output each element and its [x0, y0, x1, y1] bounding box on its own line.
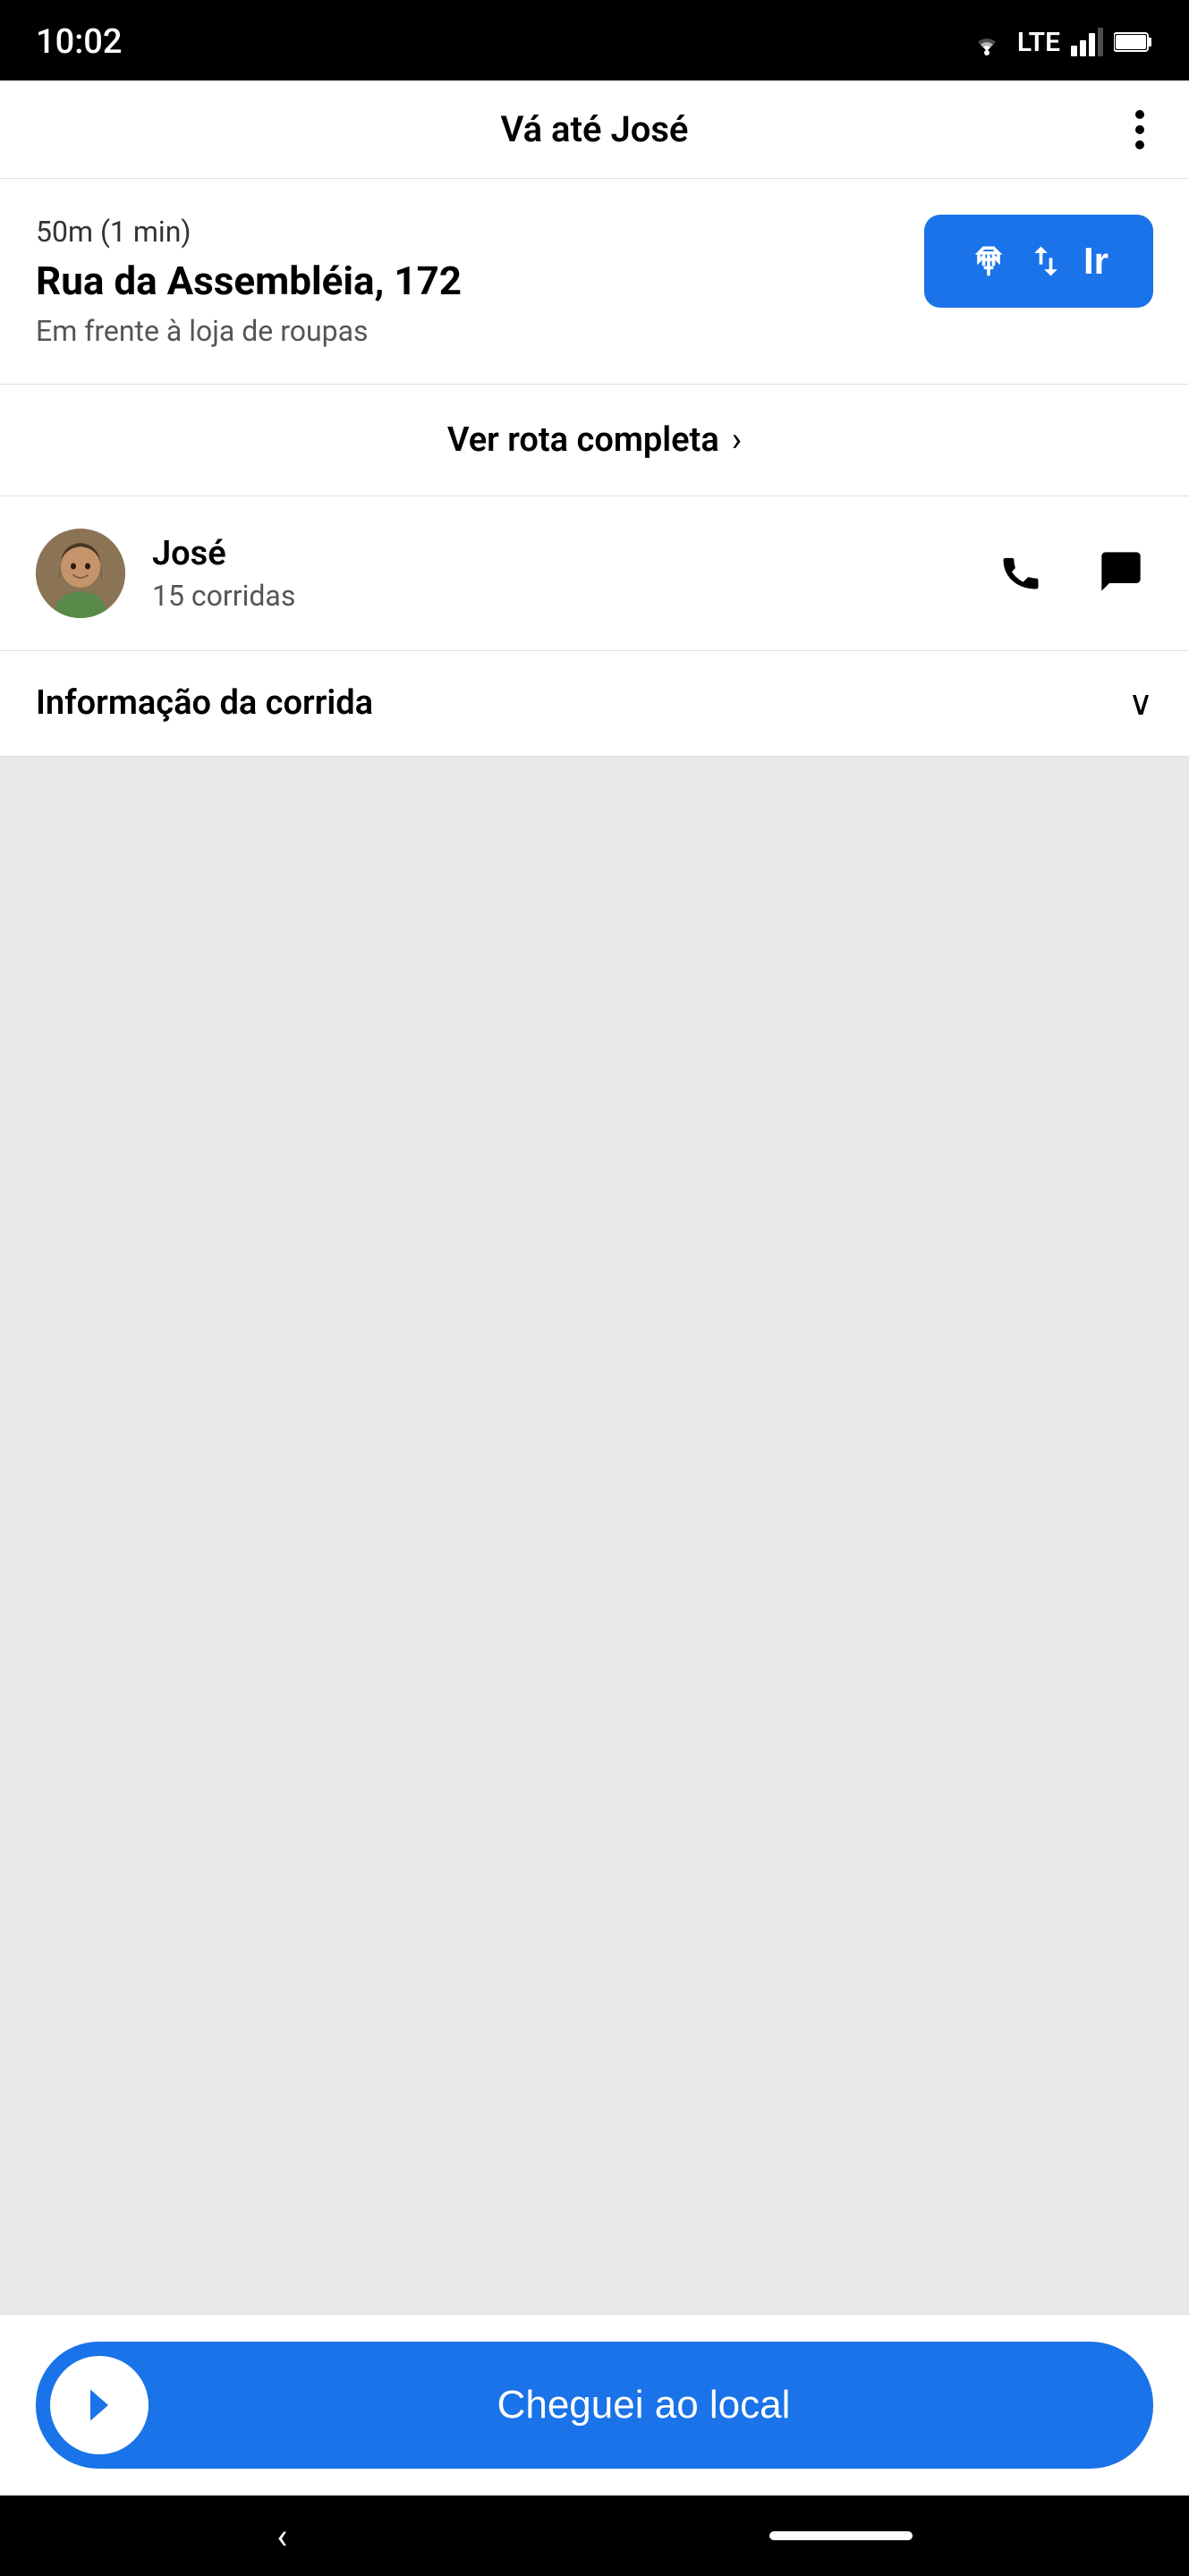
- menu-button[interactable]: [1126, 101, 1153, 158]
- nav-eta: 50m (1 min): [36, 215, 897, 249]
- menu-dot-1: [1135, 110, 1144, 119]
- arrived-label: Cheguei ao local: [149, 2383, 1139, 2428]
- call-button[interactable]: [989, 539, 1053, 606]
- battery-icon: [1114, 31, 1153, 53]
- passenger-name: José: [152, 534, 962, 573]
- chevron-right-circle-icon: [72, 2378, 126, 2432]
- passenger-actions: [989, 539, 1153, 606]
- phone-icon: [998, 548, 1044, 595]
- go-label: Ir: [1083, 240, 1108, 283]
- chat-icon: [1098, 548, 1144, 595]
- route-link[interactable]: Ver rota completa ›: [0, 385, 1189, 496]
- nav-address: Rua da Assembléia, 172: [36, 258, 897, 305]
- nav-info: 50m (1 min) Rua da Assembléia, 172 Em fr…: [36, 215, 897, 348]
- nav-landmark: Em frente à loja de roupas: [36, 314, 897, 348]
- route-icon: [969, 242, 1008, 281]
- lte-icon: LTE: [1017, 27, 1060, 58]
- passenger-info: José 15 corridas: [152, 534, 962, 613]
- chevron-down-icon: ∨: [1128, 683, 1153, 724]
- avatar: [36, 529, 125, 618]
- menu-dot-2: [1135, 125, 1144, 134]
- ride-info-title: Informação da corrida: [36, 683, 373, 723]
- status-bar: 10:02 LTE: [0, 0, 1189, 80]
- wifi-icon: [967, 28, 1006, 56]
- nav-section: 50m (1 min) Rua da Assembléia, 172 Em fr…: [0, 179, 1189, 385]
- home-indicator[interactable]: [769, 2531, 913, 2540]
- status-time: 10:02: [36, 22, 122, 62]
- passenger-rides: 15 corridas: [152, 579, 962, 613]
- arrived-button[interactable]: Cheguei ao local: [36, 2342, 1153, 2469]
- back-arrow-icon[interactable]: ‹: [276, 2515, 287, 2557]
- map-area: [0, 757, 1189, 2314]
- bottom-nav: ‹: [0, 2496, 1189, 2576]
- passenger-section: José 15 corridas: [0, 496, 1189, 651]
- arrows-icon: [1023, 242, 1069, 281]
- signal-icon: [1071, 28, 1103, 56]
- route-link-text: Ver rota completa: [447, 420, 719, 460]
- chevron-right-icon: ›: [732, 420, 742, 460]
- avatar-image: [36, 529, 125, 618]
- arrived-circle: [50, 2356, 149, 2454]
- header: Vá até José: [0, 80, 1189, 179]
- message-button[interactable]: [1089, 539, 1153, 606]
- status-icons: LTE: [967, 27, 1153, 58]
- page-title: Vá até José: [501, 108, 689, 150]
- ride-info-section[interactable]: Informação da corrida ∨: [0, 651, 1189, 757]
- go-button[interactable]: Ir: [924, 215, 1153, 308]
- bottom-bar: Cheguei ao local: [0, 2314, 1189, 2496]
- menu-dot-3: [1135, 140, 1144, 149]
